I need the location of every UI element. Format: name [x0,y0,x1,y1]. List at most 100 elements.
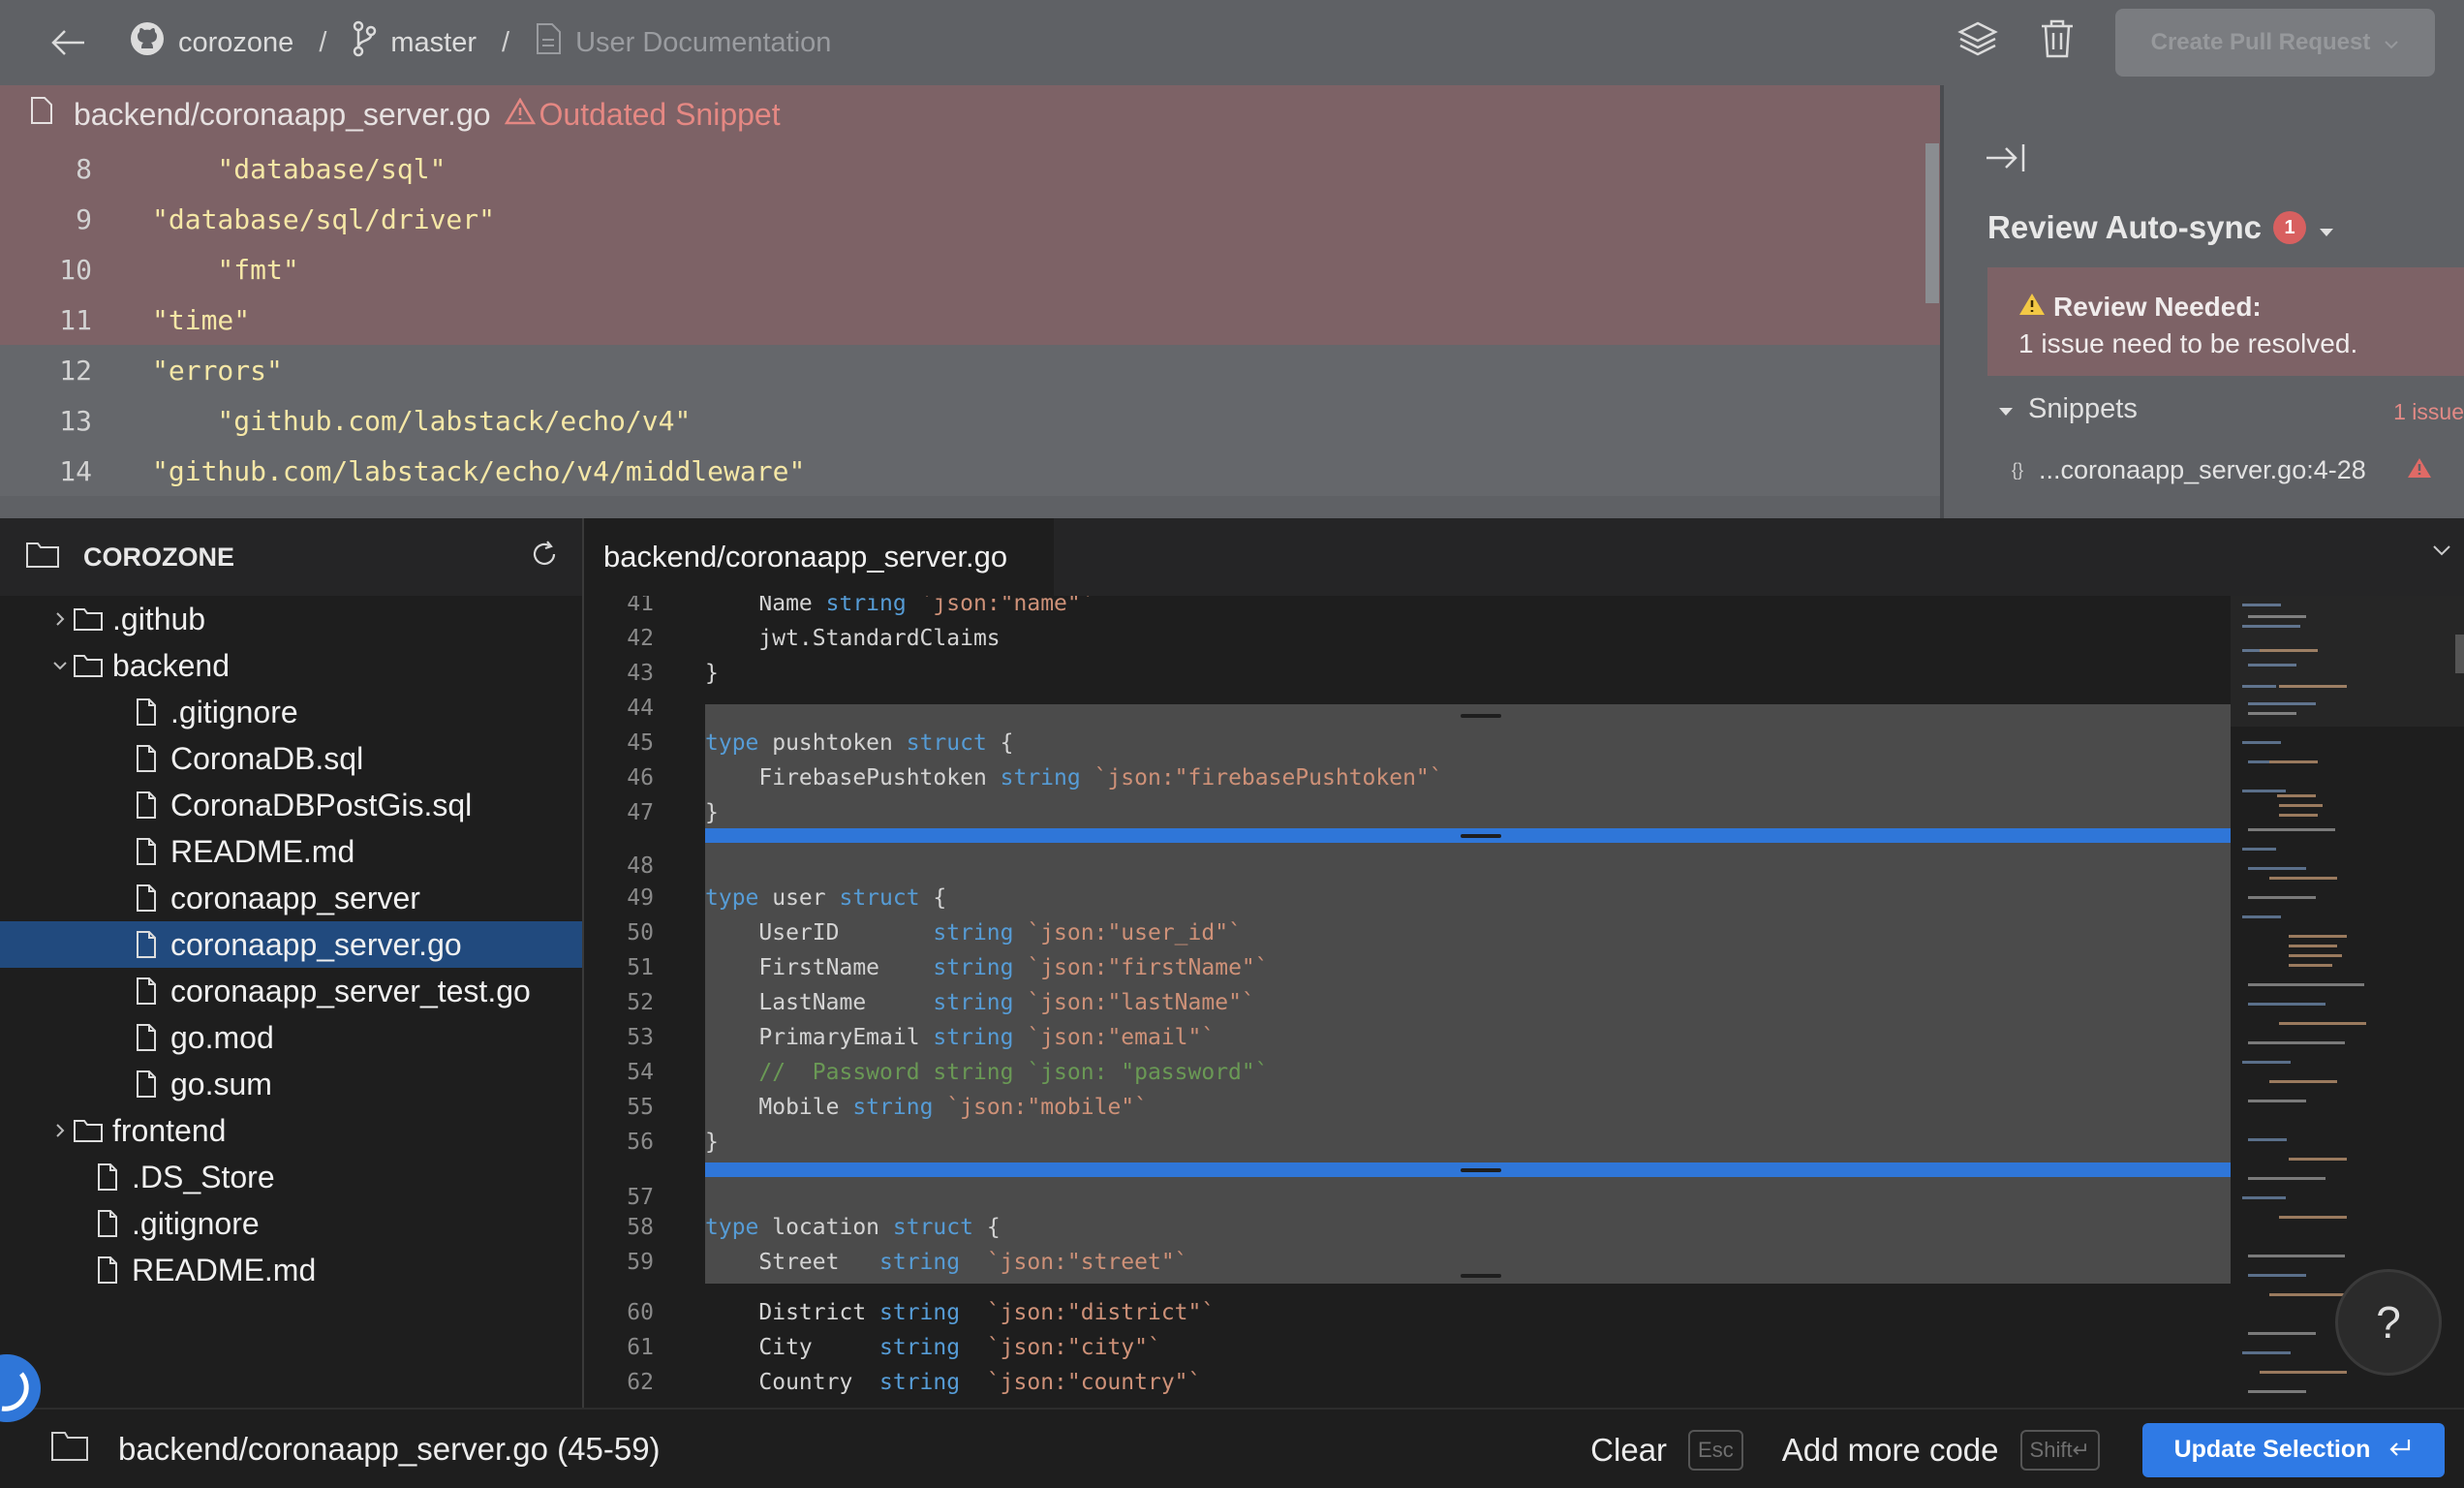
snippet-code: 8 "database/sql" 9 "database/sql/driver" … [0,143,1940,518]
tree-file[interactable]: go.sum [0,1061,582,1107]
review-needed-title: Review Needed: [2053,292,2262,322]
tree-file[interactable]: README.md [0,828,582,875]
code-line: 62 Country string `json:"country"` [627,1370,1202,1395]
document-icon [535,22,562,63]
doc-crumb[interactable]: User Documentation [535,22,831,63]
code-line: 54 // Password string `json: "password"` [627,1060,1269,1085]
update-selection-button[interactable]: Update Selection [2142,1422,2445,1477]
back-icon[interactable] [48,23,87,62]
snippet-scrollbar[interactable] [1925,143,1939,303]
tree-folder-github[interactable]: .github [0,596,582,642]
tree-label: coronaapp_server [170,880,420,915]
file-icon [130,930,163,959]
add-more-code-button[interactable]: Add more code [1782,1432,1999,1469]
snippet-list-item[interactable]: {} ...coronaapp_server.go:4-28 [2012,455,2464,485]
file-icon [91,1162,124,1192]
app-root: corozone / master / User Documentation C… [0,0,2464,1488]
warning-icon [2407,455,2432,485]
tree-folder-backend[interactable]: backend [0,642,582,689]
tree-label: go.sum [170,1066,272,1101]
file-icon [130,744,163,773]
minimap[interactable] [2231,596,2464,1408]
tree-file[interactable]: coronaapp_server_test.go [0,968,582,1014]
code-line: 53 PrimaryEmail string `json:"email"` [627,1025,1216,1050]
code-line: 58 type location struct { [627,1215,1001,1240]
create-pull-request-button[interactable]: Create Pull Request [2115,9,2435,77]
chevron-right-icon [48,610,72,628]
repo-owner: corozone [178,26,294,58]
chevron-down-icon [48,660,72,671]
tree-file[interactable]: .DS_Store [0,1154,582,1200]
tree-file-selected[interactable]: coronaapp_server.go [0,921,582,968]
file-icon [130,698,163,727]
header-actions: Create Pull Request [1956,0,2435,85]
selection-status-bar: backend/coronaapp_server.go (45-59) Clea… [0,1408,2464,1488]
code-line: 9 "database/sql/driver" [0,194,1940,244]
selection-actions: Clear Esc Add more code Shift↵ Update Se… [1590,1410,2445,1488]
outdated-warning: Outdated Snippet [504,97,781,133]
selection-path: backend/coronaapp_server.go (45-59) [50,1429,661,1470]
shift-enter-shortcut: Shift↵ [2019,1429,2100,1471]
folder-open-icon [72,653,105,678]
branch-crumb[interactable]: master [352,20,477,65]
file-icon [29,96,54,133]
snippets-issue-count: 1 issue [2393,399,2464,424]
tree-label: frontend [112,1112,227,1148]
file-icon [130,1070,163,1099]
selection-handle[interactable] [1461,1168,1501,1172]
file-icon [91,1256,124,1285]
issue-count-badge: 1 [2273,211,2307,244]
trash-icon[interactable] [2038,17,2077,68]
folder-icon [72,1118,105,1143]
review-needed-box: Review Needed: 1 issue need to be resolv… [1987,267,2464,376]
repo-crumb[interactable]: corozone [130,21,293,64]
code-area[interactable]: 41 Name string `json:"name"` 42 jwt.Stan… [584,596,2231,1408]
explorer-title: COROZONE [83,542,235,572]
folder-icon [50,1429,89,1470]
file-tree: .github backend .gitignore CoronaDB.sql … [0,596,582,1293]
pr-label: Create Pull Request [2150,29,2371,55]
refresh-icon[interactable] [530,540,559,575]
tree-file[interactable]: .gitignore [0,689,582,735]
caret-down-icon [2318,209,2335,246]
help-button[interactable]: ? [2335,1269,2442,1376]
code-line: 10 "fmt" [0,244,1940,294]
tree-label: go.mod [170,1019,274,1055]
breadcrumb-separator: / [319,26,327,58]
code-line: 52 LastName string `json:"lastName"` [627,990,1255,1015]
tree-file[interactable]: CoronaDB.sql [0,735,582,782]
chevron-down-icon [2384,29,2399,56]
tree-file[interactable]: coronaapp_server [0,875,582,921]
code-line: 45 type pushtoken struct { [627,730,1014,756]
review-needed-text: 1 issue need to be resolved. [2018,328,2358,358]
update-selection-label: Update Selection [2173,1436,2371,1463]
code-line: 47} [627,800,719,825]
tree-label: backend [112,647,230,683]
code-line: 51 FirstName string `json:"firstName"` [627,955,1269,980]
editor-tab[interactable]: backend/coronaapp_server.go [584,518,1054,596]
code-line: 44 [627,696,654,721]
tree-label: README.md [170,833,355,869]
file-explorer: COROZONE .github backend .gitignore Coro… [0,518,584,1408]
layers-icon[interactable] [1956,19,1999,66]
tree-folder-frontend[interactable]: frontend [0,1107,582,1154]
tree-file[interactable]: CoronaDBPostGis.sql [0,782,582,828]
file-icon [130,790,163,820]
snippets-section[interactable]: Snippets 1 issue [1997,393,2464,425]
chevron-right-icon [48,1122,72,1139]
clear-button[interactable]: Clear [1590,1432,1667,1469]
tree-file[interactable]: go.mod [0,1014,582,1061]
tree-file[interactable]: .gitignore [0,1200,582,1247]
selection-handle[interactable] [1461,834,1501,838]
code-line: 14 "github.com/labstack/echo/v4/middlewar… [0,446,1940,496]
braces-icon: {} [2012,460,2024,480]
collapse-sidebar-icon[interactable] [1985,139,2027,177]
review-autosync-title: Review Auto-sync [1987,209,2263,245]
review-autosync-header[interactable]: Review Auto-sync 1 [1987,209,2335,246]
breadcrumb-separator: / [502,26,510,58]
code-line: 42 jwt.StandardClaims [627,626,1001,651]
file-icon [130,884,163,913]
chevron-down-icon[interactable] [2431,543,2452,562]
tree-file[interactable]: README.md [0,1247,582,1293]
warning-icon [504,97,536,133]
